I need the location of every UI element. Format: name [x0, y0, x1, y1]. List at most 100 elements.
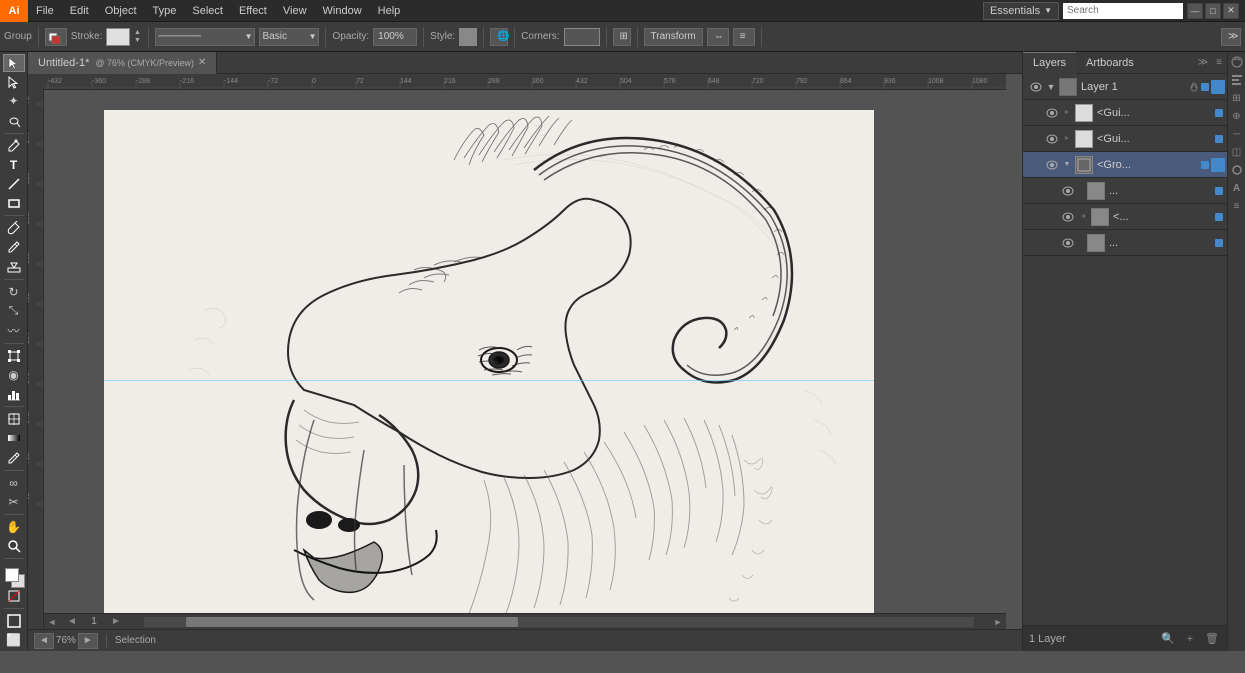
- stroke-color-swatch[interactable]: [106, 28, 130, 46]
- maximize-button[interactable]: □: [1205, 3, 1221, 19]
- style-swatch[interactable]: [459, 28, 477, 46]
- layer-expand-toggle[interactable]: [1077, 185, 1085, 197]
- menu-help[interactable]: Help: [370, 3, 409, 19]
- hand-tool[interactable]: ✋: [3, 518, 25, 536]
- search-input[interactable]: [1063, 3, 1183, 19]
- menu-file[interactable]: File: [28, 3, 62, 19]
- symbol-sprayer-tool[interactable]: ◉: [3, 366, 25, 384]
- layer-expand-toggle[interactable]: ▼: [1045, 81, 1057, 93]
- corners-swatch[interactable]: [564, 28, 600, 46]
- artboards-tab[interactable]: Artboards: [1076, 52, 1144, 74]
- none-color-btn[interactable]: [3, 587, 25, 605]
- transform-options-btn[interactable]: ⇔: [707, 28, 729, 46]
- menu-effect[interactable]: Effect: [231, 3, 275, 19]
- make-sublayer-btn[interactable]: +: [1181, 630, 1199, 648]
- rotate-tool[interactable]: ↻: [3, 283, 25, 301]
- layer-visibility-toggle[interactable]: [1059, 234, 1077, 252]
- transform-btn[interactable]: Transform: [644, 28, 703, 46]
- appearance-btn[interactable]: [1229, 162, 1245, 178]
- layer-expand-toggle[interactable]: [1077, 237, 1085, 249]
- opacity-input[interactable]: [373, 28, 417, 46]
- stroke-profile-dropdown[interactable]: ────── ▼: [155, 28, 255, 46]
- close-button[interactable]: ✕: [1223, 3, 1239, 19]
- color-guide-btn[interactable]: [1229, 54, 1245, 70]
- free-transform-tool[interactable]: [3, 347, 25, 365]
- global-color-btn[interactable]: 🌐: [490, 28, 508, 46]
- layer-visibility-toggle[interactable]: [1059, 208, 1077, 226]
- color-swatch[interactable]: [3, 566, 25, 584]
- layer-row[interactable]: ◄ <...: [1023, 204, 1227, 230]
- gradient-tool[interactable]: [3, 429, 25, 447]
- draw-mode-btn[interactable]: [3, 612, 25, 630]
- layers-prop-btn[interactable]: ≡: [1229, 198, 1245, 214]
- align-btn[interactable]: [1229, 72, 1245, 88]
- eyedropper-tool[interactable]: [3, 448, 25, 466]
- layer-row[interactable]: ...: [1023, 230, 1227, 256]
- menu-select[interactable]: Select: [184, 3, 231, 19]
- layer-options-btn[interactable]: [1211, 80, 1225, 94]
- panel-menu-btn[interactable]: ≡: [1211, 55, 1227, 71]
- layer-lock-btn[interactable]: [1187, 80, 1201, 94]
- scroll-page-prev[interactable]: ◄: [64, 614, 80, 630]
- layer-visibility-toggle[interactable]: [1043, 104, 1061, 122]
- character-btn[interactable]: A: [1229, 180, 1245, 196]
- hscroll-thumb[interactable]: [186, 617, 518, 627]
- search-layers-btn[interactable]: 🔍: [1159, 630, 1177, 648]
- gradient-prop-btn[interactable]: ◫: [1229, 144, 1245, 160]
- layer-row[interactable]: ▼ Layer 1: [1023, 74, 1227, 100]
- layer-row[interactable]: ► <Gui...: [1023, 100, 1227, 126]
- paintbrush-tool[interactable]: [3, 219, 25, 237]
- rect-tool[interactable]: [3, 194, 25, 212]
- hscroll-right-btn[interactable]: ►: [990, 614, 1006, 630]
- scissors-tool[interactable]: ✂: [3, 493, 25, 511]
- panel-collapse-btn[interactable]: ≫: [1195, 55, 1211, 71]
- layer-expand-toggle[interactable]: ►: [1061, 133, 1073, 145]
- menu-window[interactable]: Window: [315, 3, 370, 19]
- layer-lock-btn[interactable]: [1201, 106, 1215, 120]
- layer-visibility-toggle[interactable]: [1027, 78, 1045, 96]
- eraser-tool[interactable]: [3, 258, 25, 276]
- selection-tool[interactable]: [3, 54, 25, 72]
- transform-prop-btn[interactable]: ⊞: [1229, 90, 1245, 106]
- hscroll-left-btn[interactable]: ◄: [44, 614, 60, 630]
- screen-mode-btn[interactable]: ⬜: [3, 631, 25, 649]
- blend-tool[interactable]: ∞: [3, 473, 25, 491]
- pencil-tool[interactable]: [3, 238, 25, 256]
- stroke-up-arrow[interactable]: ▲: [132, 29, 142, 37]
- layer-expand-toggle[interactable]: ►: [1061, 107, 1073, 119]
- stroke-style-dropdown[interactable]: Basic ▼: [259, 28, 319, 46]
- tab-close-button[interactable]: ✕: [198, 57, 206, 68]
- layer-row[interactable]: ...: [1023, 178, 1227, 204]
- hscroll-track[interactable]: [144, 617, 974, 627]
- scale-tool[interactable]: ⤡: [3, 302, 25, 320]
- layer-visibility-toggle[interactable]: [1059, 182, 1077, 200]
- delete-layer-btn[interactable]: 🗑: [1203, 630, 1221, 648]
- grid-btn[interactable]: ⊞: [613, 28, 631, 46]
- layer-expand-toggle[interactable]: ◄: [1077, 211, 1089, 223]
- layer-lock-btn[interactable]: [1201, 132, 1215, 146]
- layer-visibility-toggle[interactable]: [1043, 156, 1061, 174]
- warp-tool[interactable]: 〰: [3, 321, 25, 340]
- stroke-selector[interactable]: [45, 28, 67, 46]
- layers-tab[interactable]: Layers: [1023, 52, 1076, 74]
- layer-expand-toggle[interactable]: ▼: [1061, 159, 1073, 171]
- workspace-selector[interactable]: Essentials ▼: [983, 2, 1059, 20]
- menu-type[interactable]: Type: [145, 3, 185, 19]
- zoom-tool[interactable]: [3, 537, 25, 555]
- lasso-tool[interactable]: [3, 112, 25, 130]
- layer-row[interactable]: ► <Gui...: [1023, 126, 1227, 152]
- magic-wand-tool[interactable]: ✦: [3, 92, 25, 110]
- stroke-prop-btn[interactable]: ─: [1229, 126, 1245, 142]
- line-tool[interactable]: [3, 175, 25, 193]
- layer-visibility-toggle[interactable]: [1043, 130, 1061, 148]
- pen-tool[interactable]: [3, 137, 25, 155]
- align-btn[interactable]: ≡: [733, 28, 755, 46]
- direct-selection-tool[interactable]: [3, 73, 25, 91]
- document-tab[interactable]: Untitled-1* @ 76% (CMYK/Preview) ✕: [28, 52, 217, 74]
- column-graph-tool[interactable]: [3, 385, 25, 403]
- foreground-color-swatch[interactable]: [5, 568, 19, 582]
- zoom-decrease-btn[interactable]: ◄: [34, 633, 54, 649]
- menu-view[interactable]: View: [275, 3, 315, 19]
- minimize-button[interactable]: —: [1187, 3, 1203, 19]
- panel-toggle-btn[interactable]: ≫: [1221, 28, 1241, 46]
